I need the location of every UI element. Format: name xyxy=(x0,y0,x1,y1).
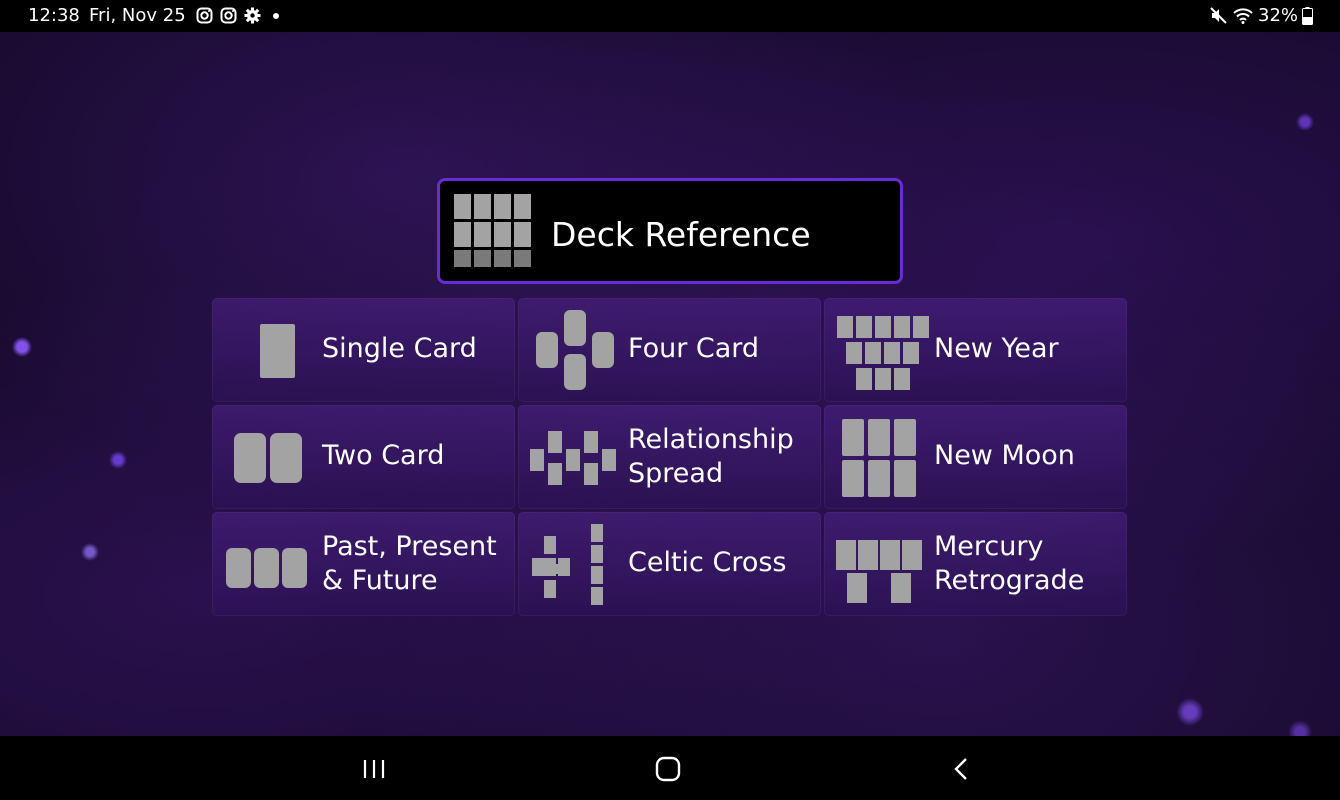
instagram-icon xyxy=(196,7,213,24)
three-card-icon xyxy=(226,548,307,588)
new-year-icon xyxy=(837,316,929,390)
deck-reference-button[interactable]: Deck Reference xyxy=(437,178,903,284)
spread-label: Celtic Cross xyxy=(628,547,787,578)
back-icon[interactable] xyxy=(947,754,977,784)
relationship-spread-icon xyxy=(530,431,616,485)
battery-percent: 32% xyxy=(1258,5,1299,26)
spread-mercury-retrograde[interactable]: Mercury Retrograde xyxy=(824,512,1127,616)
two-card-icon xyxy=(234,433,302,483)
spread-label: Past, Present & Future xyxy=(322,531,497,596)
recents-icon[interactable] xyxy=(359,754,389,784)
more-notifications-dot-icon xyxy=(273,13,279,19)
status-bar: 12:38 Fri, Nov 25 32% xyxy=(0,0,1340,32)
deck-grid-icon xyxy=(454,194,531,267)
single-card-icon xyxy=(260,324,295,378)
spread-single-card[interactable]: Single Card xyxy=(212,298,515,402)
spread-label: Mercury Retrograde xyxy=(934,531,1085,596)
mute-icon xyxy=(1210,7,1227,24)
spread-label: Four Card xyxy=(628,333,760,364)
status-date: Fri, Nov 25 xyxy=(89,5,186,26)
mercury-retrograde-icon xyxy=(836,540,922,603)
spread-celtic-cross[interactable]: Celtic Cross xyxy=(518,512,821,616)
deck-reference-label: Deck Reference xyxy=(551,215,811,254)
new-moon-icon xyxy=(842,419,916,497)
spread-past-present-future[interactable]: Past, Present & Future xyxy=(212,512,515,616)
settings-gear-icon xyxy=(244,7,261,24)
celtic-cross-icon xyxy=(532,524,603,605)
spread-label: Relationship Spread xyxy=(628,424,794,489)
spread-new-year[interactable]: New Year xyxy=(824,298,1127,402)
instagram-icon xyxy=(220,7,237,24)
battery-icon xyxy=(1302,7,1313,25)
spread-four-card[interactable]: Four Card xyxy=(518,298,821,402)
spread-label: Single Card xyxy=(322,333,477,364)
four-card-icon xyxy=(536,310,614,390)
status-time: 12:38 xyxy=(28,5,80,26)
spread-two-card[interactable]: Two Card xyxy=(212,405,515,509)
spread-new-moon[interactable]: New Moon xyxy=(824,405,1127,509)
spread-label: New Year xyxy=(934,333,1059,364)
wifi-icon xyxy=(1233,8,1253,24)
spread-relationship[interactable]: Relationship Spread xyxy=(518,405,821,509)
spread-label: Two Card xyxy=(322,440,445,471)
home-icon[interactable] xyxy=(653,754,683,784)
spread-label: New Moon xyxy=(934,440,1075,471)
navigation-bar xyxy=(0,736,1340,800)
